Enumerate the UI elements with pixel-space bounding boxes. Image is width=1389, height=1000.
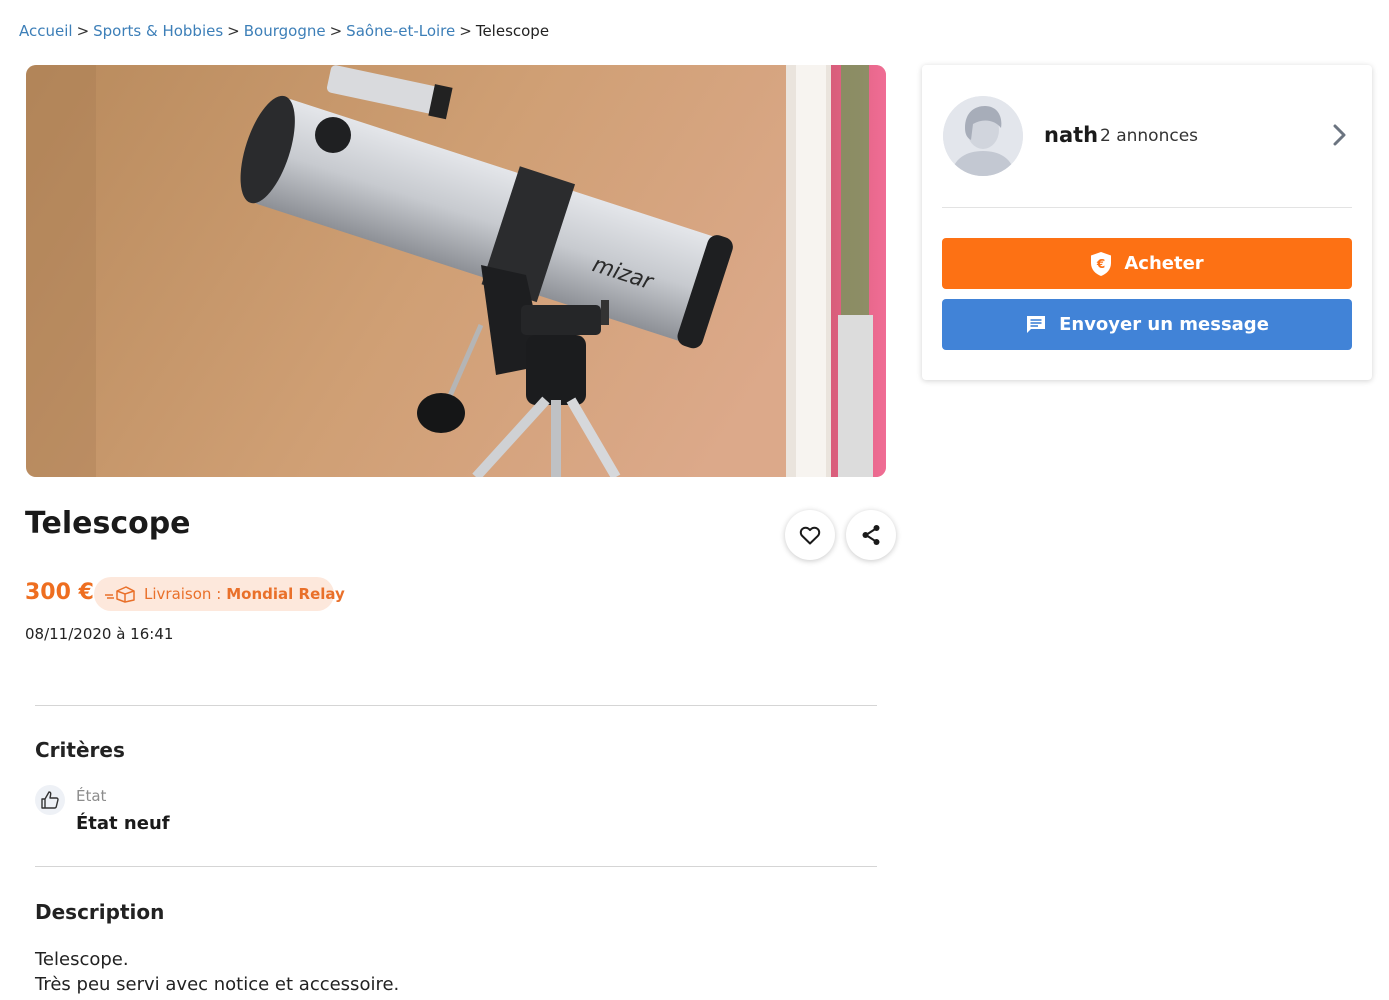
criteria-heading: Critères	[35, 738, 125, 762]
listing-price: 300 €	[25, 580, 94, 605]
message-icon	[1025, 314, 1047, 336]
listing-photo[interactable]: mizar	[26, 65, 886, 477]
share-button[interactable]	[846, 510, 896, 560]
delivery-label: Livraison :	[144, 585, 222, 603]
delivery-badge: Livraison : Mondial Relay	[94, 577, 345, 611]
favorite-button[interactable]	[785, 510, 835, 560]
breadcrumb-link-department[interactable]: Saône-et-Loire	[346, 22, 455, 40]
share-icon	[862, 525, 880, 545]
description-line: Telescope.	[35, 949, 129, 970]
heart-icon	[799, 526, 821, 545]
send-message-label: Envoyer un message	[1059, 314, 1269, 335]
chevron-right-icon[interactable]	[1332, 123, 1348, 151]
breadcrumb-separator: >	[227, 22, 240, 40]
breadcrumb-link-category[interactable]: Sports & Hobbies	[93, 22, 223, 40]
seller-ads-count[interactable]: 2 annonces	[1100, 126, 1198, 146]
breadcrumb-current: Telescope	[475, 22, 550, 40]
breadcrumb-link-region[interactable]: Bourgogne	[244, 22, 326, 40]
svg-text:€: €	[1096, 257, 1105, 271]
listing-title: Telescope	[25, 506, 191, 541]
delivery-carrier: Mondial Relay	[226, 585, 345, 603]
seller-card: nath 2 annonces € Acheter Envoyer un mes…	[922, 65, 1372, 380]
breadcrumb-separator: >	[76, 22, 90, 40]
divider	[35, 866, 877, 867]
telescope-photo-illustration: mizar	[26, 65, 886, 477]
thumbs-up-icon	[35, 785, 65, 815]
criteria-label: État	[76, 787, 107, 805]
breadcrumb-link-home[interactable]: Accueil	[19, 22, 73, 40]
avatar-placeholder-icon	[943, 96, 1023, 176]
avatar[interactable]	[943, 96, 1023, 176]
divider	[942, 207, 1352, 208]
breadcrumb-separator: >	[329, 22, 343, 40]
delivery-box-icon	[104, 585, 136, 603]
criteria-value: État neuf	[76, 813, 170, 834]
breadcrumb-separator: >	[459, 22, 472, 40]
buy-button-label: Acheter	[1124, 253, 1204, 274]
buy-button[interactable]: € Acheter	[942, 238, 1352, 289]
euro-shield-icon: €	[1090, 251, 1112, 277]
description-text: Telescope. Très peu servi avec notice et…	[35, 947, 399, 997]
seller-name[interactable]: nath	[1044, 123, 1098, 147]
divider	[35, 705, 877, 706]
listing-date: 08/11/2020 à 16:41	[25, 625, 174, 643]
breadcrumb: Accueil > Sports & Hobbies > Bourgogne > Saône…	[19, 22, 549, 40]
description-line: Très peu servi avec notice et accessoire…	[35, 974, 400, 995]
description-heading: Description	[35, 900, 165, 924]
send-message-button[interactable]: Envoyer un message	[942, 299, 1352, 350]
